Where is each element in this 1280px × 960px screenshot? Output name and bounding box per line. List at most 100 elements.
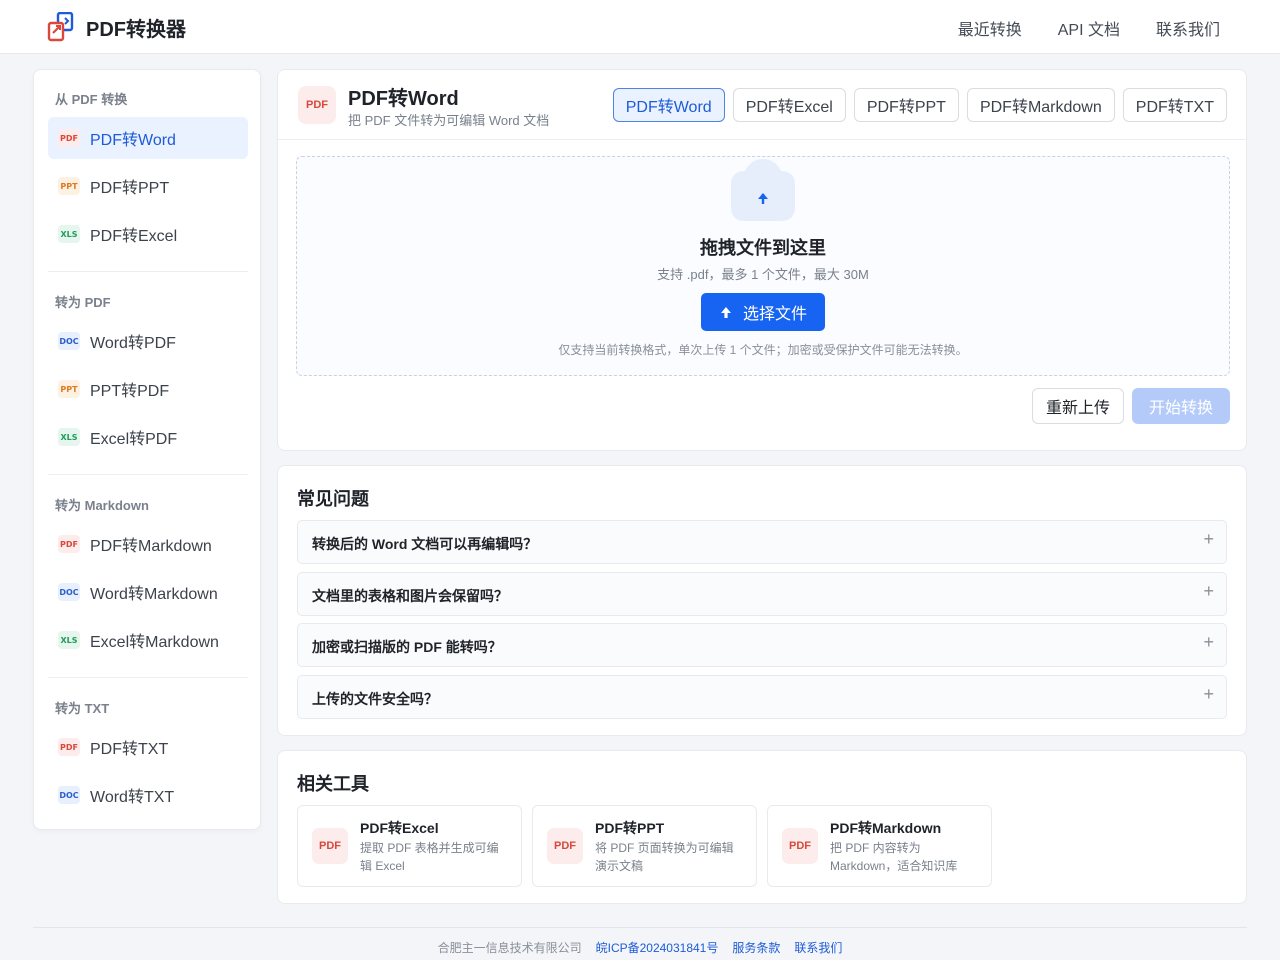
sidebar-divider — [48, 677, 248, 678]
sidebar-item-excel-to-markdown[interactable]: XLS Excel转Markdown — [48, 619, 248, 661]
faq-question: 加密或扫描版的 PDF 能转吗？ — [312, 639, 502, 655]
related-tools-title: 相关工具 — [297, 774, 369, 794]
footer-company: 合肥主一信息技术有限公司 — [437, 941, 582, 955]
sidebar-item-pdf-to-ppt[interactable]: PPT PDF转PPT — [48, 165, 248, 207]
sidebar-item-label: Excel转Markdown — [90, 634, 219, 651]
sidebar-item-pdf-to-markdown[interactable]: PDF PDF转Markdown — [48, 523, 248, 565]
sidebar-item-word-to-txt[interactable]: DOC Word转TXT — [48, 774, 248, 816]
top-nav: 最近转换 API 文档 联系我们 — [958, 16, 1220, 40]
top-bar: PDF转换器 最近转换 API 文档 联系我们 — [0, 0, 1280, 54]
dropzone-note: 仅支持当前转换格式，单次上传 1 个文件；加密或受保护文件可能无法转换。 — [558, 343, 968, 357]
xls-file-icon: XLS — [58, 225, 80, 243]
related-tool-title: PDF转Markdown — [830, 820, 942, 836]
sidebar-item-label: Word转PDF — [90, 335, 176, 352]
sidebar-item-word-to-markdown[interactable]: DOC Word转Markdown — [48, 571, 248, 613]
footer-divider — [33, 927, 1247, 928]
sidebar: 从 PDF 转换 PDF PDF转Word PPT PDF转PPT XLS PD… — [33, 69, 261, 830]
ppt-file-icon: PPT — [58, 380, 80, 398]
sidebar-item-pdf-to-excel[interactable]: XLS PDF转Excel — [48, 213, 248, 255]
sidebar-divider — [48, 271, 248, 272]
faq-question: 文档里的表格和图片会保留吗？ — [312, 588, 508, 604]
cloud-upload-icon — [731, 159, 795, 223]
faq-title: 常见问题 — [297, 489, 369, 509]
plus-icon: + — [1203, 632, 1214, 652]
app-logo-icon — [47, 11, 75, 42]
page-subtitle: 把 PDF 文件转为可编辑 Word 文档 — [348, 113, 550, 128]
sidebar-item-pdf-to-word[interactable]: PDF PDF转Word — [48, 117, 248, 159]
converter-header: PDF PDF转Word 把 PDF 文件转为可编辑 Word 文档 PDF转W… — [278, 70, 1246, 140]
tab-pdf-to-ppt[interactable]: PDF转PPT — [853, 88, 959, 122]
doc-file-icon: DOC — [58, 786, 80, 804]
sidebar-item-label: PDF转Markdown — [90, 538, 212, 555]
sidebar-item-label: Excel转PDF — [90, 431, 178, 448]
sidebar-group-title: 转为 PDF — [55, 295, 111, 310]
plus-icon: + — [1203, 684, 1214, 704]
sidebar-item-ppt-to-pdf[interactable]: PPT PPT转PDF — [48, 368, 248, 410]
converter-panel: PDF PDF转Word 把 PDF 文件转为可编辑 Word 文档 PDF转W… — [277, 69, 1247, 451]
pdf-file-icon: PDF — [547, 828, 583, 864]
sidebar-item-label: PDF转Word — [90, 132, 176, 149]
footer: 合肥主一信息技术有限公司 皖ICP备2024031841号 服务条款 联系我们 — [0, 939, 1280, 956]
sidebar-item-pdf-to-txt[interactable]: PDF PDF转TXT — [48, 726, 248, 768]
faq-section: 常见问题 转换后的 Word 文档可以再编辑吗？ + 文档里的表格和图片会保留吗… — [277, 465, 1247, 736]
pdf-file-icon: PDF — [58, 129, 80, 147]
plus-icon: + — [1203, 581, 1214, 601]
tab-pdf-to-markdown[interactable]: PDF转Markdown — [966, 88, 1115, 122]
pdf-file-icon: PDF — [298, 86, 336, 124]
nav-contact-us[interactable]: 联系我们 — [1156, 16, 1220, 40]
nav-api-docs[interactable]: API 文档 — [1058, 16, 1120, 40]
faq-item[interactable]: 上传的文件安全吗？ + — [297, 675, 1227, 719]
sidebar-group-title: 转为 Markdown — [55, 498, 149, 513]
pdf-file-icon: PDF — [782, 828, 818, 864]
related-tool-desc: 将 PDF 页面转换为可编辑演示文稿 — [595, 841, 734, 873]
file-dropzone[interactable]: 拖拽文件到这里 支持 .pdf，最多 1 个文件，最大 30M 选择文件 仅支持… — [296, 156, 1230, 376]
related-tool-card-pdf-to-ppt[interactable]: PDF PDF转PPT 将 PDF 页面转换为可编辑演示文稿 — [532, 805, 757, 887]
dropzone-hint: 支持 .pdf，最多 1 个文件，最大 30M — [657, 267, 869, 282]
choose-file-button[interactable]: 选择文件 — [701, 293, 825, 331]
faq-item[interactable]: 加密或扫描版的 PDF 能转吗？ + — [297, 623, 1227, 667]
related-tool-card-pdf-to-markdown[interactable]: PDF PDF转Markdown 把 PDF 内容转为 Markdown，适合知… — [767, 805, 992, 887]
upload-arrow-icon — [720, 307, 731, 318]
xls-file-icon: XLS — [58, 428, 80, 446]
page-title: PDF转Word — [348, 88, 459, 110]
related-tool-title: PDF转PPT — [595, 820, 665, 836]
doc-file-icon: DOC — [58, 583, 80, 601]
sidebar-item-word-to-pdf[interactable]: DOC Word转PDF — [48, 320, 248, 362]
sidebar-item-label: PPT转PDF — [90, 383, 170, 400]
sidebar-item-label: PDF转TXT — [90, 741, 169, 758]
sidebar-item-label: Word转TXT — [90, 789, 175, 806]
related-tools-section: 相关工具 PDF PDF转Excel 提取 PDF 表格并生成可编辑 Excel… — [277, 750, 1247, 904]
tab-pdf-to-word[interactable]: PDF转Word — [612, 88, 725, 122]
faq-item[interactable]: 转换后的 Word 文档可以再编辑吗？ + — [297, 520, 1227, 564]
xls-file-icon: XLS — [58, 631, 80, 649]
footer-terms-link[interactable]: 服务条款 — [732, 939, 780, 956]
related-tool-desc: 把 PDF 内容转为 Markdown，适合知识库 — [830, 841, 958, 873]
doc-file-icon: DOC — [58, 332, 80, 350]
sidebar-divider — [48, 474, 248, 475]
sidebar-group-title: 从 PDF 转换 — [55, 92, 128, 107]
sidebar-item-label: PDF转Excel — [90, 228, 178, 245]
faq-question: 上传的文件安全吗？ — [312, 691, 438, 707]
sidebar-group-title: 转为 TXT — [55, 701, 110, 716]
pdf-file-icon: PDF — [312, 828, 348, 864]
tab-pdf-to-excel[interactable]: PDF转Excel — [732, 88, 846, 122]
reupload-button[interactable]: 重新上传 — [1032, 388, 1124, 424]
start-conversion-button[interactable]: 开始转换 — [1132, 388, 1230, 424]
tab-pdf-to-txt[interactable]: PDF转TXT — [1122, 88, 1227, 122]
pdf-file-icon: PDF — [58, 535, 80, 553]
sidebar-item-excel-to-pdf[interactable]: XLS Excel转PDF — [48, 416, 248, 458]
footer-contact-link[interactable]: 联系我们 — [794, 939, 842, 956]
related-tool-card-pdf-to-excel[interactable]: PDF PDF转Excel 提取 PDF 表格并生成可编辑 Excel — [297, 805, 522, 887]
related-tool-title: PDF转Excel — [360, 820, 439, 836]
sidebar-item-label: PDF转PPT — [90, 180, 170, 197]
ppt-file-icon: PPT — [58, 177, 80, 195]
pdf-file-icon: PDF — [58, 738, 80, 756]
footer-icp-link[interactable]: 皖ICP备2024031841号 — [596, 939, 719, 956]
faq-item[interactable]: 文档里的表格和图片会保留吗？ + — [297, 572, 1227, 616]
choose-file-label: 选择文件 — [742, 306, 807, 323]
brand-name: PDF转换器 — [86, 18, 186, 41]
faq-question: 转换后的 Word 文档可以再编辑吗？ — [312, 536, 538, 552]
nav-recent-conversions[interactable]: 最近转换 — [958, 16, 1022, 40]
brand[interactable]: PDF转换器 — [47, 11, 186, 42]
dropzone-title: 拖拽文件到这里 — [700, 238, 826, 258]
